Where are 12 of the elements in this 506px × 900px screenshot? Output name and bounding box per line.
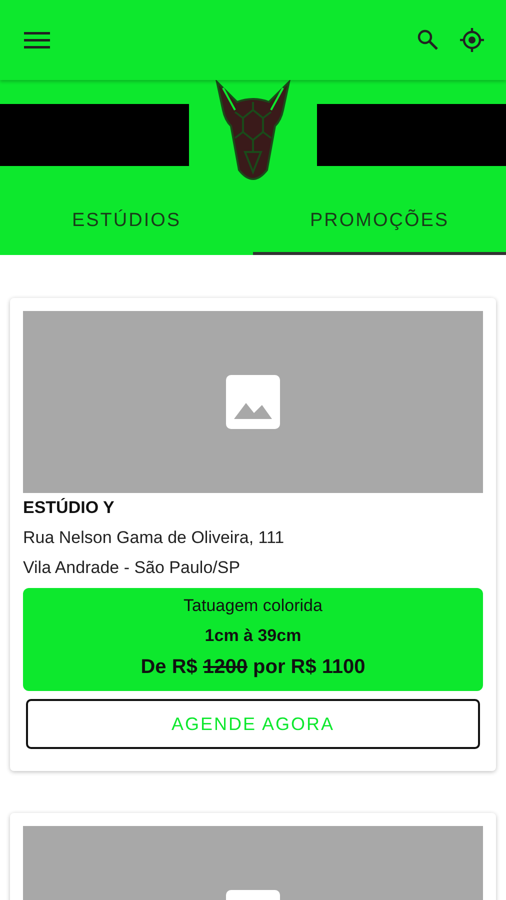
studio-name: ESTÚDIO Y [23,498,116,518]
tab[interactable]: ESTÚDIOS [0,190,253,255]
search-icon[interactable] [417,29,439,51]
service-name: Tatuagem colorida [182,596,324,616]
location-target-icon[interactable] [459,27,485,53]
image-icon [226,375,280,429]
price-text: De R$ 1200 por R$ 1100 [140,656,366,679]
menu-icon[interactable] [24,30,50,50]
size-range: 1cm à 39cm [204,626,302,646]
address-line: Rua Nelson Gama de Oliveira, 111 [23,528,286,548]
address-line: Vila Andrade - São Paulo/SP [23,558,242,578]
tab[interactable]: PROMOÇÕES [253,190,506,255]
